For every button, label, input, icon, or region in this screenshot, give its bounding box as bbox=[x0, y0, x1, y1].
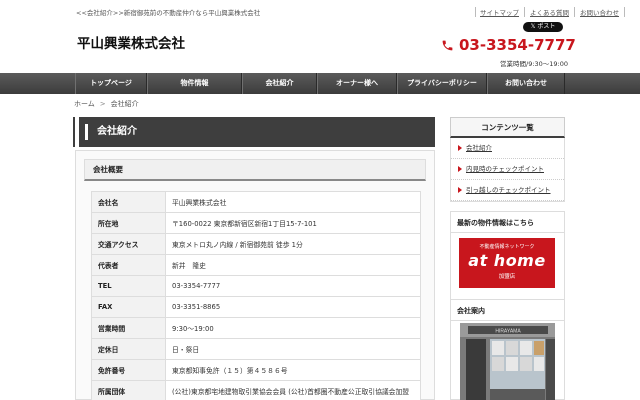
top-links: サイトマップ よくある質問 お問い合わせ bbox=[475, 7, 625, 17]
shop-guide-title: 会社案内 bbox=[451, 300, 564, 321]
nav-item-properties[interactable]: 物件情報 bbox=[147, 73, 242, 94]
table-row-label: 代表者 bbox=[91, 254, 166, 276]
faq-link[interactable]: よくある質問 bbox=[525, 7, 575, 17]
table-row-label: 定休日 bbox=[91, 338, 166, 360]
table-row-value: (公社)東京都宅地建物取引業協会会員 (公社)首都圏不動産公正取引協議会加盟 bbox=[165, 380, 421, 400]
company-info-table: 会社名 平山興業株式会社 所在地 〒160-0022 東京都新宿区新宿1丁目15-7-… bbox=[91, 191, 421, 400]
table-row-label: 所属団体 bbox=[91, 380, 166, 400]
sidebar-item-viewing-checkpoints[interactable]: 内見時のチェックポイント bbox=[451, 159, 564, 180]
table-row: 所在地 〒160-0022 東京都新宿区新宿1丁目15-7-101 bbox=[91, 212, 421, 234]
sidebar-item-label: 引っ越しのチェックポイント bbox=[466, 186, 551, 194]
table-row-label: TEL bbox=[91, 275, 166, 297]
shop-storefront-image: HIRAYAMA bbox=[460, 323, 555, 400]
table-row: 免許番号 東京都知事免許（１５）第４５８６号 bbox=[91, 359, 421, 381]
table-row-value: 〒160-0022 東京都新宿区新宿1丁目15-7-101 bbox=[165, 212, 421, 234]
sidebar-item-company[interactable]: 会社紹介 bbox=[451, 138, 564, 159]
sidebar-item-label: 会社紹介 bbox=[466, 144, 492, 152]
contact-link[interactable]: お問い合わせ bbox=[575, 7, 625, 17]
shop-sign-text: HIRAYAMA bbox=[495, 329, 521, 335]
section-title: 会社概要 bbox=[84, 159, 426, 181]
nav-item-contact[interactable]: お問い合わせ bbox=[487, 73, 565, 94]
contents-list-title: コンテンツ一覧 bbox=[450, 117, 565, 138]
table-row: 営業時間 9:30〜19:00 bbox=[91, 317, 421, 339]
athome-network-label: 不動産情報ネットワーク bbox=[479, 244, 535, 250]
table-row: FAX 03-3351-8865 bbox=[91, 296, 421, 318]
arrow-right-icon bbox=[458, 145, 462, 151]
page: <<会社紹介>>新宿御苑前の不動産仲介なら平山興業株式会社 サイトマップ よくあ… bbox=[0, 0, 640, 400]
contents-list: 会社紹介 内見時のチェックポイント 引っ越しのチェックポイント bbox=[450, 138, 565, 202]
table-row: 所属団体 (公社)東京都宅地建物取引業協会会員 (公社)首都圏不動産公正取引協議会… bbox=[91, 380, 421, 400]
company-overview-box: 会社概要 会社名 平山興業株式会社 所在地 〒160-0022 東京都新宿区新宿1丁目… bbox=[75, 150, 435, 400]
table-row-value: 東京メトロ丸ノ内線 / 新宿御苑前 徒歩 1分 bbox=[165, 233, 421, 255]
table-row-label: 営業時間 bbox=[91, 317, 166, 339]
site-logo[interactable]: 平山興業株式会社 bbox=[77, 32, 185, 52]
table-row-label: FAX bbox=[91, 296, 166, 318]
x-post-label: ポスト bbox=[537, 23, 556, 30]
arrow-right-icon bbox=[458, 166, 462, 172]
breadcrumb: ホーム > 会社紹介 bbox=[74, 99, 139, 109]
table-row-value: 9:30〜19:00 bbox=[165, 317, 421, 339]
nav-item-privacy[interactable]: プライバシーポリシー bbox=[397, 73, 487, 94]
table-row-label: 免許番号 bbox=[91, 359, 166, 381]
nav-item-owners[interactable]: オーナー様へ bbox=[317, 73, 397, 94]
phone-number-text: 03-3354-7777 bbox=[459, 36, 576, 54]
table-row-value: 03-3354-7777 bbox=[165, 275, 421, 297]
shop-photo: HIRAYAMA bbox=[460, 323, 555, 400]
table-row: 会社名 平山興業株式会社 bbox=[91, 191, 421, 213]
phone-icon bbox=[442, 40, 453, 50]
athome-member-label: 加盟店 bbox=[498, 274, 516, 280]
page-title: 会社紹介 bbox=[75, 117, 435, 147]
table-row-value: 平山興業株式会社 bbox=[165, 191, 421, 213]
sitemap-link[interactable]: サイトマップ bbox=[475, 7, 525, 17]
sidebar-item-moving-checkpoints[interactable]: 引っ越しのチェックポイント bbox=[451, 180, 564, 201]
table-row-label: 交通アクセス bbox=[91, 233, 166, 255]
business-hours: 営業時間/9:30〜19:00 bbox=[500, 60, 569, 68]
table-row: 代表者 新井 隆史 bbox=[91, 254, 421, 276]
table-row-value: 日・祭日 bbox=[165, 338, 421, 360]
table-row-value: 東京都知事免許（１５）第４５８６号 bbox=[165, 359, 421, 381]
athome-logo: at home bbox=[468, 251, 546, 270]
table-row: 交通アクセス 東京メトロ丸ノ内線 / 新宿御苑前 徒歩 1分 bbox=[91, 233, 421, 255]
breadcrumb-separator: > bbox=[99, 100, 106, 108]
latest-properties-title: 最新の物件情報はこちら bbox=[451, 212, 564, 233]
table-row-value: 新井 隆史 bbox=[165, 254, 421, 276]
phone-number: 03-3354-7777 bbox=[441, 36, 576, 54]
nav-item-top[interactable]: トップページ bbox=[75, 73, 147, 94]
table-row-label: 会社名 bbox=[91, 191, 166, 213]
global-nav: トップページ 物件情報 会社紹介 オーナー様へ プライバシーポリシー お問い合わ… bbox=[0, 73, 640, 94]
table-row: 定休日 日・祭日 bbox=[91, 338, 421, 360]
breadcrumb-current: 会社紹介 bbox=[110, 100, 139, 108]
table-row-value: 03-3351-8865 bbox=[165, 296, 421, 318]
x-post-button[interactable]: 𝕏 ポスト bbox=[523, 22, 563, 32]
breadcrumb-home[interactable]: ホーム bbox=[74, 100, 95, 108]
table-row: TEL 03-3354-7777 bbox=[91, 275, 421, 297]
nav-item-company[interactable]: 会社紹介 bbox=[242, 73, 317, 94]
arrow-right-icon bbox=[458, 187, 462, 193]
header-tagline: <<会社紹介>>新宿御苑前の不動産仲介なら平山興業株式会社 bbox=[76, 9, 261, 17]
sidebar-item-label: 内見時のチェックポイント bbox=[466, 165, 544, 173]
table-row-label: 所在地 bbox=[91, 212, 166, 234]
athome-banner[interactable]: 不動産情報ネットワーク at home 加盟店 bbox=[459, 238, 555, 288]
